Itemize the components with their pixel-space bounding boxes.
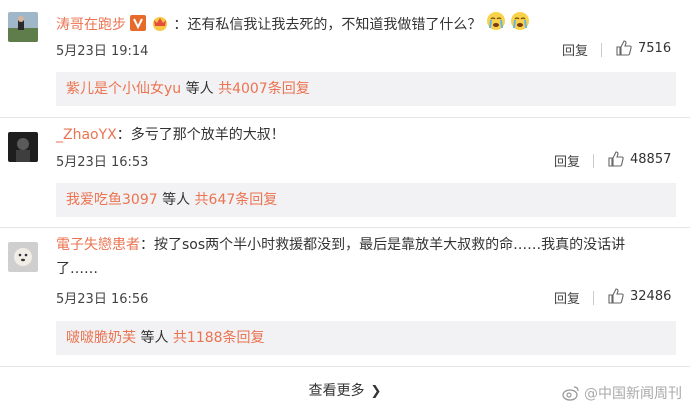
thumb-up-icon <box>608 288 624 304</box>
divider <box>0 227 690 228</box>
weibo-logo-icon <box>562 386 579 401</box>
comment-meta: 5月23日 16:53 回复 48857 <box>56 151 674 171</box>
divider <box>593 291 594 305</box>
reply-button[interactable]: 回复 <box>562 40 588 59</box>
timestamp: 5月23日 16:53 <box>56 155 149 170</box>
chevron-right-icon: ❯ <box>370 384 382 399</box>
like-count: 7516 <box>638 40 672 56</box>
username[interactable]: 涛哥在跑步 <box>56 17 126 33</box>
like-button[interactable]: 32486 <box>608 288 671 304</box>
timestamp: 5月23日 16:56 <box>56 292 149 307</box>
avatar[interactable] <box>8 12 38 42</box>
sub-reply-connector: 等人 <box>181 81 219 97</box>
crying-emoji-icon <box>486 11 506 38</box>
watermark-text: @中国新闻周刊 <box>584 386 682 402</box>
comment-text-continued: 了…… <box>56 261 98 277</box>
comment-meta: 5月23日 16:56 回复 32486 <box>56 288 674 308</box>
sub-reply-count[interactable]: 共1188条回复 <box>173 330 265 346</box>
comment-text: ：还有私信我让我去死的，不知道我做错了什么？ <box>173 17 482 33</box>
username[interactable]: _ZhaoYX <box>56 127 117 143</box>
comment-body: 涛哥在跑步 ：还有私信我让我去死的，不知道我做错了什么？ <box>56 11 676 38</box>
timestamp: 5月23日 19:14 <box>56 44 149 59</box>
comment-body: 電子失戀患者：按了sos两个半小时救援都没到，最后是靠放羊大叔救的命……我真的没… <box>56 234 676 280</box>
sub-reply-connector: 等人 <box>136 330 173 346</box>
crown-badge-icon <box>151 15 169 38</box>
like-button[interactable]: 48857 <box>608 151 671 167</box>
sub-reply-user[interactable]: 啵啵脆奶芙 <box>66 330 136 346</box>
verified-v-icon <box>130 15 147 38</box>
divider <box>0 366 690 367</box>
sub-reply-count[interactable]: 共647条回复 <box>195 192 278 208</box>
sub-reply-user[interactable]: 紫儿是个小仙女yu <box>66 81 181 97</box>
thumb-up-icon <box>608 151 624 167</box>
reply-button[interactable]: 回复 <box>554 151 580 170</box>
sub-reply-summary[interactable]: 我爱吃鱼3097 等人 共647条回复 <box>56 183 676 217</box>
sub-reply-summary[interactable]: 啵啵脆奶芙 等人 共1188条回复 <box>56 321 676 355</box>
view-more-label: 查看更多 <box>308 383 365 399</box>
sub-reply-connector: 等人 <box>157 192 195 208</box>
avatar[interactable] <box>8 132 38 162</box>
sub-reply-user[interactable]: 我爱吃鱼3097 <box>66 192 158 208</box>
comment-body: _ZhaoYX：多亏了那个放羊的大叔！ <box>56 124 676 146</box>
comment-meta: 5月23日 19:14 回复 7516 <box>56 40 674 60</box>
sub-reply-summary[interactable]: 紫儿是个小仙女yu 等人 共4007条回复 <box>56 72 676 106</box>
thumb-up-icon <box>616 40 632 56</box>
sub-reply-count[interactable]: 共4007条回复 <box>218 81 310 97</box>
divider <box>593 154 594 168</box>
comment-text: ：多亏了那个放羊的大叔！ <box>116 127 285 143</box>
username[interactable]: 電子失戀患者 <box>56 237 140 253</box>
like-count: 32486 <box>630 288 672 304</box>
like-count: 48857 <box>630 151 672 167</box>
avatar[interactable] <box>8 242 38 272</box>
comment-text: ：按了sos两个半小时救援都没到，最后是靠放羊大叔救的命……我真的没话讲 <box>140 237 626 253</box>
crying-emoji-icon <box>510 11 530 38</box>
reply-button[interactable]: 回复 <box>554 288 580 307</box>
divider <box>0 117 690 118</box>
divider <box>601 43 602 57</box>
like-button[interactable]: 7516 <box>616 40 671 56</box>
watermark: @中国新闻周刊 <box>562 383 682 403</box>
